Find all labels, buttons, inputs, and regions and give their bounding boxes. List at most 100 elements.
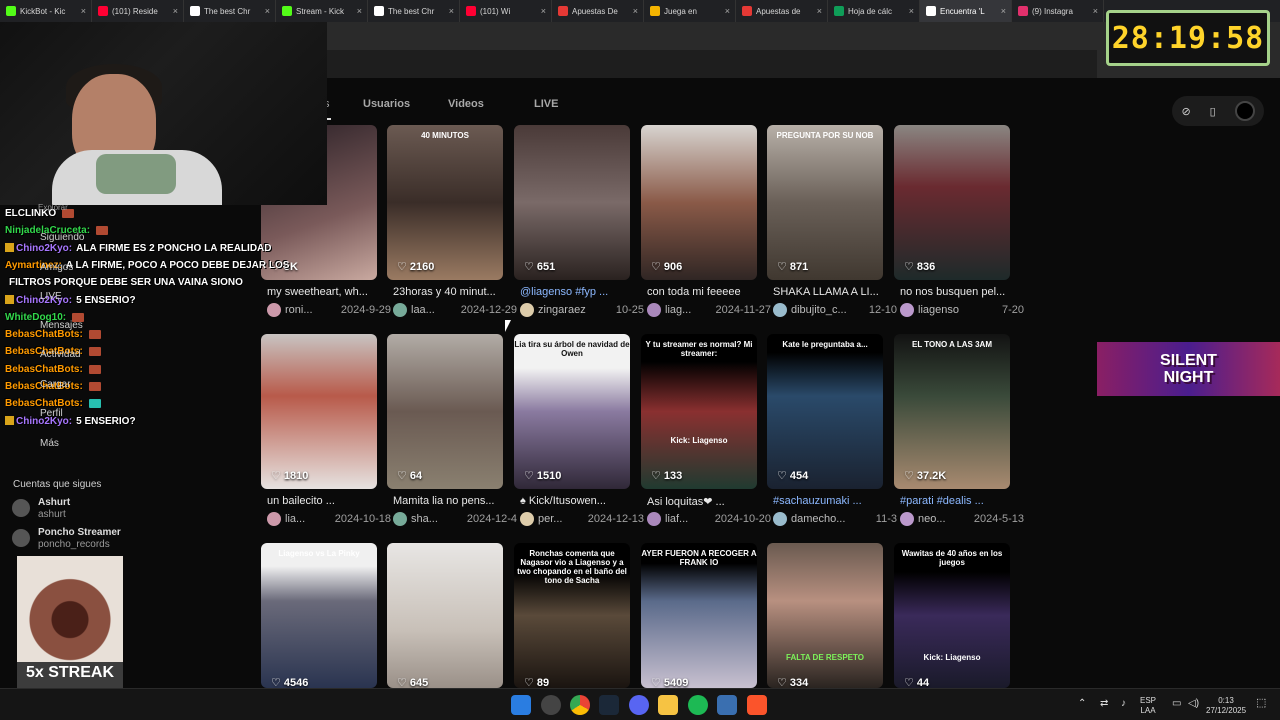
browser-tab[interactable]: Juega en × <box>644 0 736 22</box>
video-title[interactable]: un bailecito ... <box>267 495 387 507</box>
browser-tab[interactable]: The best Chr × <box>184 0 276 22</box>
video-thumbnail[interactable]: PREGUNTA POR SU NOB <box>767 125 883 280</box>
video-title[interactable]: con toda mi feeeee <box>647 286 767 298</box>
tab-close-icon[interactable]: × <box>173 6 178 16</box>
tab-close-icon[interactable]: × <box>725 6 730 16</box>
video-thumbnail[interactable]: Ronchas comenta que Nagasor vio a Liagen… <box>514 543 630 688</box>
author-name[interactable]: lia... <box>285 513 305 525</box>
compass-icon[interactable]: ⊘ <box>1181 105 1190 118</box>
video-thumbnail[interactable] <box>387 334 503 489</box>
author-name[interactable]: roni... <box>285 304 313 316</box>
video-thumbnail[interactable]: Lia tira su árbol de navidad de Owen <box>514 334 630 489</box>
browser-tab[interactable]: Apuestas de × <box>736 0 828 22</box>
tab-videos[interactable]: Videos <box>448 98 484 110</box>
browser-tab[interactable]: (101) Wi × <box>460 0 552 22</box>
tab-close-icon[interactable]: × <box>1001 6 1006 16</box>
tab-live[interactable]: LIVE <box>534 98 558 110</box>
video-title[interactable]: #parati #dealis ... <box>900 495 1020 507</box>
video-title[interactable]: 23horas y 40 minut... <box>393 286 513 298</box>
video-title[interactable]: ♠ Kick/Itusowen... <box>520 495 640 507</box>
avatar[interactable] <box>520 303 534 317</box>
browser-tab[interactable]: The best Chr × <box>368 0 460 22</box>
brave-icon[interactable] <box>747 695 767 715</box>
video-thumbnail[interactable]: Y tu streamer es normal? Mi streamer: Kic… <box>641 334 757 489</box>
folder-icon[interactable] <box>658 695 678 715</box>
spotify-icon[interactable] <box>688 695 708 715</box>
video-title[interactable]: SHAKA LLAMA A LI... <box>773 286 893 298</box>
nav-mas[interactable]: Más <box>40 438 59 449</box>
phone-icon[interactable]: ▯ <box>1210 105 1216 118</box>
video-thumbnail[interactable] <box>261 334 377 489</box>
avatar[interactable] <box>900 512 914 526</box>
avatar[interactable] <box>647 512 661 526</box>
nav-perfil[interactable]: Perfil <box>40 408 63 419</box>
browser-tab[interactable]: Encuentra 'L × <box>920 0 1012 22</box>
nav-mensajes[interactable]: Mensajes <box>40 320 83 331</box>
steam-icon[interactable] <box>599 695 619 715</box>
browser-tab[interactable]: Stream - Kick × <box>276 0 368 22</box>
avatar[interactable] <box>393 512 407 526</box>
author-name[interactable]: neo... <box>918 513 946 525</box>
mic-icon[interactable]: ♪ <box>1121 699 1126 709</box>
tab-close-icon[interactable]: × <box>817 6 822 16</box>
tab-close-icon[interactable]: × <box>909 6 914 16</box>
avatar[interactable] <box>267 512 281 526</box>
video-thumbnail[interactable] <box>641 125 757 280</box>
nav-actividad[interactable]: Actividad <box>40 349 81 360</box>
author-name[interactable]: dibujito_c... <box>791 304 847 316</box>
record-button[interactable] <box>1234 101 1255 121</box>
author-name[interactable]: sha... <box>411 513 438 525</box>
video-thumbnail[interactable]: EL TONO A LAS 3AM <box>894 334 1010 489</box>
video-title[interactable]: Mamita lia no pens... <box>393 495 513 507</box>
author-name[interactable]: liagenso <box>918 304 959 316</box>
clock[interactable]: 0:13 27/12/2025 <box>1206 696 1246 716</box>
video-thumbnail[interactable]: 40 MINUTOS <box>387 125 503 280</box>
video-thumbnail[interactable]: Wawitas de 40 años en los juegos Kick: Li… <box>894 543 1010 688</box>
author-name[interactable]: zingaraez <box>538 304 586 316</box>
chrome-icon[interactable] <box>570 695 590 715</box>
avatar[interactable] <box>393 303 407 317</box>
browser-tab[interactable]: (9) Instagra × <box>1012 0 1104 22</box>
video-thumbnail[interactable]: AYER FUERON A RECOGER A FRANK IO <box>641 543 757 688</box>
tab-usuarios[interactable]: Usuarios <box>363 98 410 110</box>
monitor-icon[interactable]: ▭ <box>1172 699 1181 709</box>
video-title[interactable]: Asi loquitas❤ ... <box>647 495 767 508</box>
video-thumbnail[interactable] <box>894 125 1010 280</box>
author-name[interactable]: liag... <box>665 304 691 316</box>
avatar[interactable] <box>900 303 914 317</box>
discord-icon[interactable] <box>629 695 649 715</box>
tab-close-icon[interactable]: × <box>449 6 454 16</box>
tab-close-icon[interactable]: × <box>633 6 638 16</box>
tab-close-icon[interactable]: × <box>265 6 270 16</box>
nav-amigos[interactable]: Amigos <box>40 262 73 273</box>
avatar[interactable] <box>520 512 534 526</box>
video-title[interactable]: my sweetheart, wh... <box>267 286 387 298</box>
network-icon[interactable]: ⇄ <box>1100 699 1108 709</box>
calculator-icon[interactable] <box>717 695 737 715</box>
volume-icon[interactable]: ◁) <box>1188 699 1199 709</box>
avatar[interactable] <box>267 303 281 317</box>
browser-tab[interactable]: (101) Reside × <box>92 0 184 22</box>
video-thumbnail[interactable] <box>514 125 630 280</box>
browser-tab[interactable]: KickBot - Kic × <box>0 0 92 22</box>
notification-icon[interactable]: ⬚ <box>1256 698 1266 709</box>
author-name[interactable]: damecho... <box>791 513 845 525</box>
windows-start-icon[interactable] <box>511 695 531 715</box>
settings-icon[interactable] <box>541 695 561 715</box>
avatar[interactable] <box>773 303 787 317</box>
author-name[interactable]: per... <box>538 513 562 525</box>
tab-close-icon[interactable]: × <box>541 6 546 16</box>
browser-tab[interactable]: Apuestas De × <box>552 0 644 22</box>
tab-close-icon[interactable]: × <box>1093 6 1098 16</box>
language-indicator[interactable]: ESP LAA <box>1140 696 1156 716</box>
tab-close-icon[interactable]: × <box>357 6 362 16</box>
author-name[interactable]: liaf... <box>665 513 688 525</box>
nav-siguiendo[interactable]: Siguiendo <box>40 232 84 243</box>
tab-close-icon[interactable]: × <box>81 6 86 16</box>
nav-cargar[interactable]: Cargar <box>40 379 71 390</box>
avatar[interactable] <box>647 303 661 317</box>
avatar[interactable] <box>773 512 787 526</box>
nav-explorar[interactable]: Explorar <box>38 203 68 212</box>
video-thumbnail[interactable] <box>387 543 503 688</box>
tray-chevron-icon[interactable]: ⌃ <box>1078 699 1086 709</box>
